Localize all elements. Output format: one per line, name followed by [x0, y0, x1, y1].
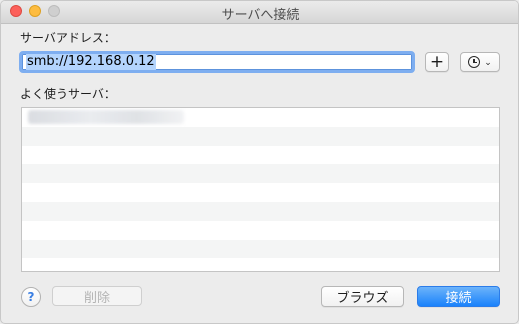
list-item [22, 183, 499, 202]
server-address-label: サーバアドレス： [20, 31, 116, 45]
plus-icon: + [429, 51, 445, 72]
list-item [22, 239, 499, 259]
help-button[interactable]: ? [21, 287, 41, 307]
list-item[interactable] [22, 108, 499, 127]
connect-button[interactable]: 接続 [417, 286, 500, 307]
blurred-server-entry [28, 110, 184, 124]
connect-to-server-window: サーバへ接続 サーバアドレス： smb://192.168.0.12 + ⌄ よ… [0, 0, 519, 324]
add-favorite-button[interactable]: + [425, 52, 449, 72]
list-item [22, 221, 499, 240]
delete-button[interactable]: 削除 [52, 286, 142, 306]
list-item [22, 126, 499, 146]
window-title: サーバへ接続 [221, 8, 300, 23]
chevron-down-icon: ⌄ [484, 57, 492, 68]
help-icon: ? [27, 290, 35, 304]
list-item [22, 258, 499, 271]
browse-button[interactable]: ブラウズ [321, 286, 404, 307]
clock-icon [468, 56, 481, 68]
title-bar: サーバへ接続 [1, 1, 518, 24]
favorite-servers-list[interactable] [21, 107, 500, 272]
server-address-value[interactable]: smb://192.168.0.12 [26, 54, 156, 70]
server-address-input[interactable]: smb://192.168.0.12 [19, 51, 415, 73]
list-item [22, 146, 499, 165]
list-item [22, 201, 499, 221]
favorite-servers-label: よく使うサーバ： [20, 87, 116, 101]
recent-servers-button[interactable]: ⌄ [460, 52, 500, 72]
list-item [22, 164, 499, 184]
